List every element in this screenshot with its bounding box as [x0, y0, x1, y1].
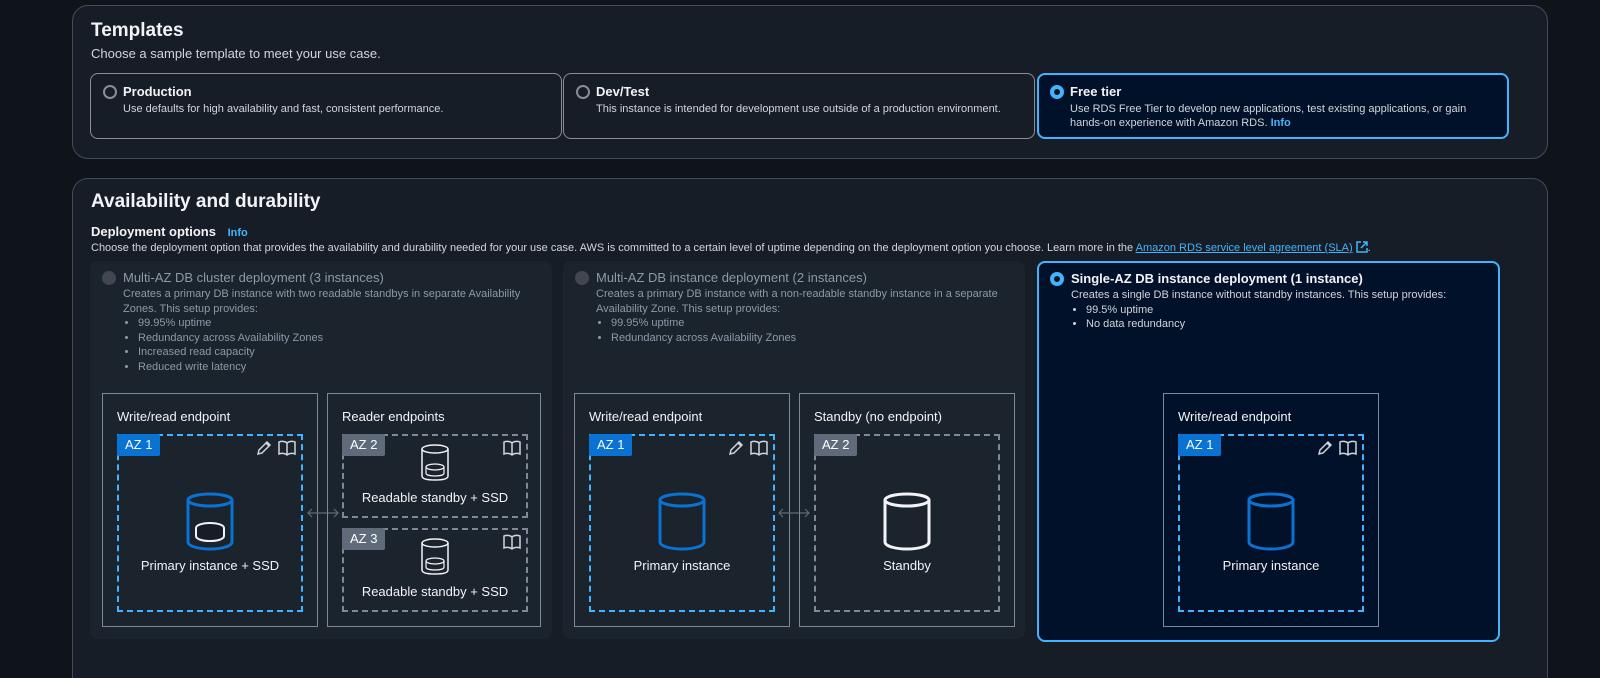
az-zone: AZ 2 Readable standby + SSD [342, 434, 528, 518]
deployment-single-az-title: Single-AZ DB instance deployment (1 inst… [1071, 271, 1363, 286]
az-icons [255, 439, 297, 462]
endpoint-title: Write/read endpoint [589, 409, 703, 424]
availability-panel: Availability and durability Deployment o… [72, 178, 1548, 678]
template-devtest-title: Dev/Test [596, 84, 650, 99]
database-ssd-icon [420, 538, 450, 581]
pencil-icon [727, 439, 745, 462]
templates-panel: Templates Choose a sample template to me… [72, 5, 1548, 159]
deployment-multi-az-instance-radio [575, 271, 589, 285]
az-badge: AZ 3 [342, 528, 386, 550]
az-zone: AZ 1 Primary instance + SSD [117, 434, 303, 612]
az-label: Primary instance [1222, 558, 1320, 573]
template-free-tier-title: Free tier [1070, 84, 1122, 99]
database-icon [657, 492, 707, 557]
deployment-multi-az-cluster-card: Multi-AZ DB cluster deployment (3 instan… [90, 261, 552, 639]
az-badge: AZ 1 [589, 434, 633, 456]
deployment-single-az-card[interactable]: Single-AZ DB instance deployment (1 inst… [1037, 261, 1500, 642]
template-free-tier-text: Use RDS Free Tier to develop new applica… [1070, 103, 1467, 129]
az-badge: AZ 1 [1178, 434, 1222, 456]
template-free-tier-card[interactable]: Free tier Use RDS Free Tier to develop n… [1037, 73, 1509, 139]
deployment-multi-az-instance-desc-text: Creates a primary DB instance with a non… [596, 288, 998, 315]
az-badge: AZ 2 [342, 434, 386, 456]
template-devtest-description: This instance is intended for developmen… [596, 103, 1001, 115]
az-badge: AZ 1 [117, 434, 161, 456]
az-label: Readable standby + SSD [361, 490, 509, 505]
database-icon [882, 492, 932, 557]
pencil-icon [255, 439, 273, 462]
template-free-tier-radio[interactable] [1050, 85, 1064, 99]
template-production-card[interactable]: Production Use defaults for high availab… [90, 73, 562, 139]
database-ssd-icon [185, 492, 235, 557]
az-label: Standby [883, 558, 931, 573]
deployment-multi-az-cluster-desc-text: Creates a primary DB instance with two r… [123, 288, 521, 315]
deployment-description-text: Choose the deployment option that provid… [91, 242, 1134, 254]
template-devtest-card[interactable]: Dev/Test This instance is intended for d… [563, 73, 1035, 139]
bullet: 99.5% uptime [1086, 303, 1491, 318]
book-icon [502, 533, 522, 556]
description-period: . [1367, 242, 1371, 254]
deployment-multi-az-instance-description: Creates a primary DB instance with a non… [596, 287, 1016, 345]
az-zone: AZ 1 Primary instance [589, 434, 775, 612]
az-zone: AZ 1 Primary instance [1178, 434, 1364, 612]
deployment-single-az-radio[interactable] [1050, 272, 1064, 286]
write-read-endpoint-box: Write/read endpoint AZ 1 Primary instanc… [1163, 393, 1379, 627]
standby-box: Standby (no endpoint) AZ 2 Standby [799, 393, 1015, 627]
deployment-single-az-desc-text: Creates a single DB instance without sta… [1071, 289, 1447, 301]
az-label: Primary instance + SSD [140, 558, 280, 573]
deployment-options-text: Deployment options [91, 224, 216, 239]
deployment-multi-az-cluster-radio [102, 271, 116, 285]
bullet: 99.95% uptime [138, 316, 543, 331]
endpoint-title: Reader endpoints [342, 409, 445, 424]
template-production-description: Use defaults for high availability and f… [123, 103, 444, 115]
database-icon [1246, 492, 1296, 557]
book-icon [277, 439, 297, 462]
templates-heading: Templates [91, 20, 184, 41]
pencil-icon [1316, 439, 1334, 462]
book-icon [502, 439, 522, 462]
az-icons [727, 439, 769, 462]
az-zone: AZ 3 Readable standby + SSD [342, 528, 528, 612]
bullet: Reduced write latency [138, 360, 543, 375]
bullet: Redundancy across Availability Zones [138, 331, 543, 346]
write-read-endpoint-box: Write/read endpoint AZ 1 Primary instanc… [102, 393, 318, 627]
reader-endpoints-box: Reader endpoints AZ 2 Readable standby +… [327, 393, 541, 627]
database-ssd-icon [420, 444, 450, 487]
templates-description: Choose a sample template to meet your us… [91, 46, 381, 61]
az-zone: AZ 2 Standby [814, 434, 1000, 612]
bullet: 99.95% uptime [611, 316, 1016, 331]
bullet: Redundancy across Availability Zones [611, 331, 1016, 346]
deployment-options-info-link[interactable]: Info [228, 227, 248, 239]
deployment-multi-az-cluster-title: Multi-AZ DB cluster deployment (3 instan… [123, 270, 384, 285]
external-link-icon[interactable] [1355, 241, 1368, 256]
az-icons [1316, 439, 1358, 462]
template-production-radio[interactable] [103, 85, 117, 99]
book-icon [749, 439, 769, 462]
az-icons [502, 439, 522, 462]
bullet: No data redundancy [1086, 317, 1491, 332]
az-label: Readable standby + SSD [361, 584, 509, 599]
deployment-multi-az-instance-title: Multi-AZ DB instance deployment (2 insta… [596, 270, 867, 285]
endpoint-title: Write/read endpoint [117, 409, 231, 424]
deployment-description: Choose the deployment option that provid… [91, 241, 1371, 256]
availability-heading: Availability and durability [91, 191, 321, 212]
endpoint-title: Standby (no endpoint) [814, 409, 942, 424]
az-badge: AZ 2 [814, 434, 858, 456]
template-devtest-radio[interactable] [576, 85, 590, 99]
deployment-multi-az-instance-card: Multi-AZ DB instance deployment (2 insta… [563, 261, 1025, 639]
deployment-single-az-description: Creates a single DB instance without sta… [1071, 288, 1491, 332]
deployment-options-label: Deployment options Info [91, 224, 248, 239]
template-free-tier-info-link[interactable]: Info [1271, 117, 1291, 129]
az-label: Primary instance [633, 558, 731, 573]
template-free-tier-description: Use RDS Free Tier to develop new applica… [1070, 102, 1495, 130]
deployment-multi-az-cluster-description: Creates a primary DB instance with two r… [123, 287, 543, 374]
az-icons [502, 533, 522, 556]
write-read-endpoint-box: Write/read endpoint AZ 1 Primary instanc… [574, 393, 790, 627]
sla-link[interactable]: Amazon RDS service level agreement (SLA) [1136, 242, 1353, 254]
book-icon [1338, 439, 1358, 462]
template-production-title: Production [123, 84, 192, 99]
endpoint-title: Write/read endpoint [1178, 409, 1292, 424]
bullet: Increased read capacity [138, 345, 543, 360]
